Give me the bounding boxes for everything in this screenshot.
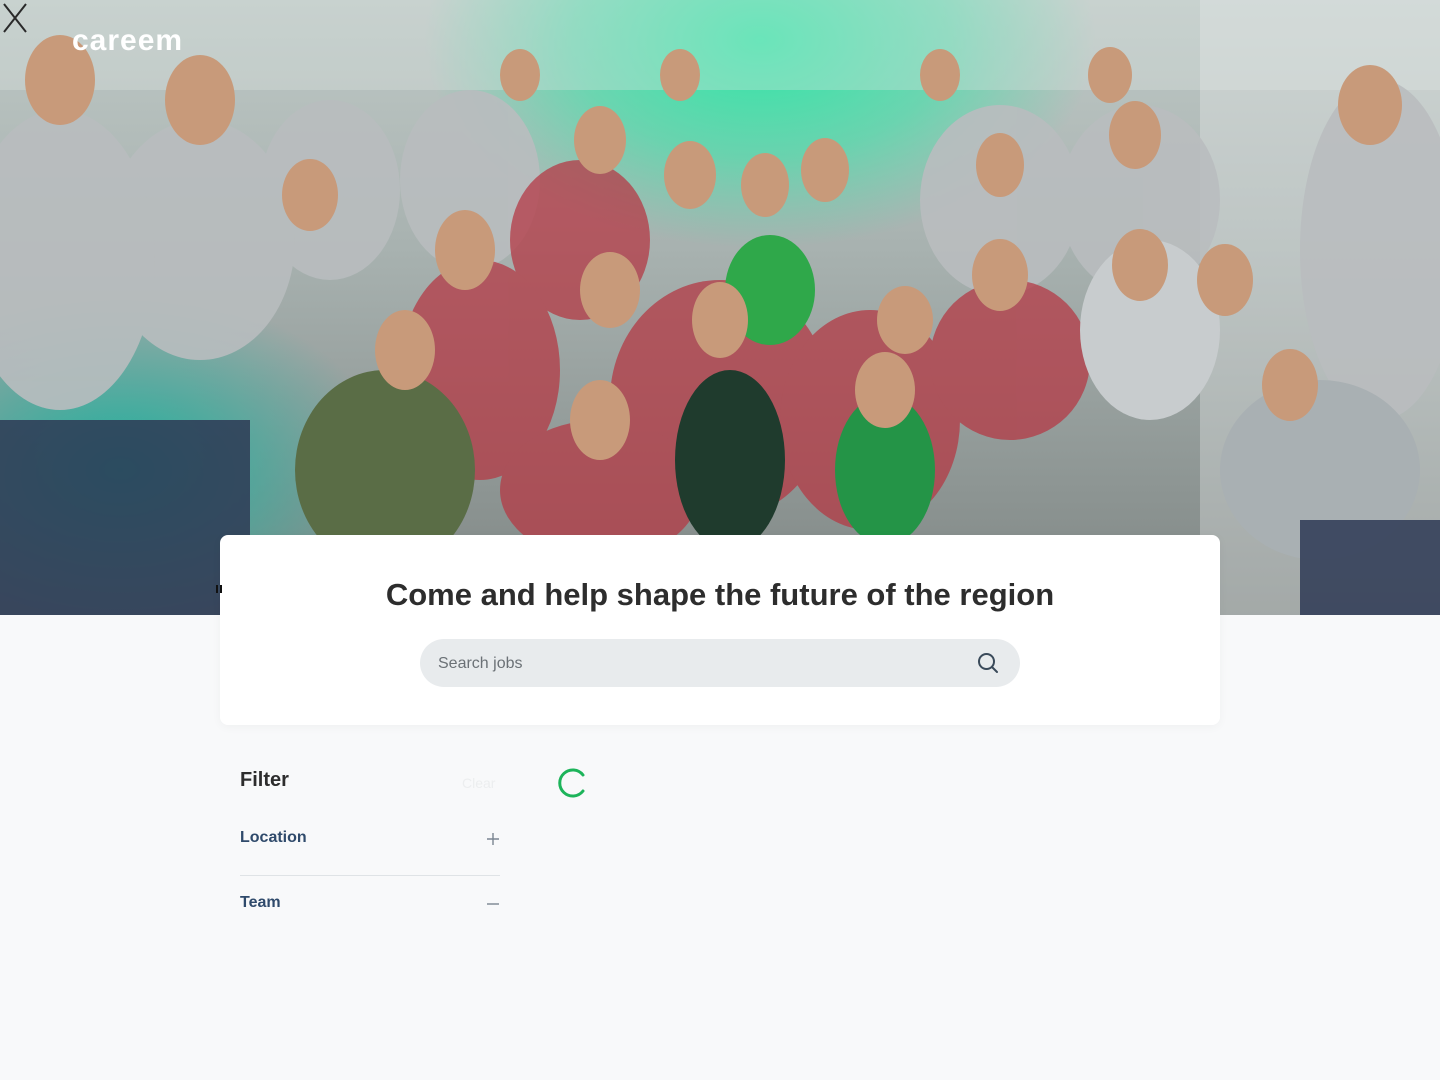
- filter-group-label: Team: [240, 894, 281, 911]
- search-bar[interactable]: [420, 639, 1020, 689]
- filter-title: Filter: [240, 769, 289, 791]
- team-photo: [0, 0, 1440, 615]
- page-heading: Come and help shape the future of the re…: [385, 577, 1055, 612]
- hero-banner: careem: [0, 0, 1440, 615]
- clear-filters-link[interactable]: Clear: [462, 775, 495, 791]
- minus-icon[interactable]: [486, 897, 500, 911]
- filter-group-team[interactable]: Team: [240, 894, 500, 918]
- filter-group-location[interactable]: Location: [240, 829, 500, 853]
- careem-logo[interactable]: careem: [72, 24, 183, 58]
- filter-divider: [240, 875, 500, 876]
- loading-spinner-icon: [558, 768, 585, 798]
- search-input[interactable]: [436, 639, 960, 689]
- filter-group-label: Location: [240, 829, 307, 846]
- plus-icon[interactable]: [486, 832, 500, 846]
- close-icon[interactable]: [0, 0, 30, 36]
- search-card: Come and help shape the future of the re…: [216, 535, 1220, 725]
- search-icon[interactable]: [976, 651, 1000, 675]
